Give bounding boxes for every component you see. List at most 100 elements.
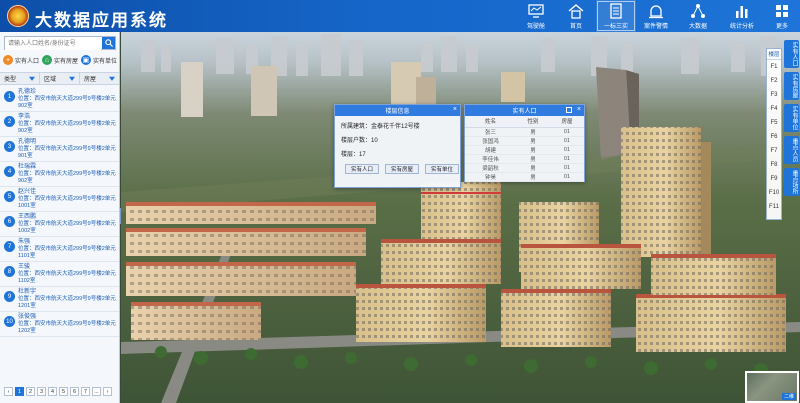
nav-label: 首页	[569, 24, 582, 30]
map-3d-view[interactable]: 楼层信息 × 所属建筑：金泰花千伴12号楼 楼层户数：10 楼层：17 实有人口…	[121, 32, 800, 403]
page-button[interactable]: 7	[81, 387, 90, 396]
page-button[interactable]: 1	[15, 387, 24, 396]
action-unit[interactable]: ▣ 实有单位	[80, 54, 117, 66]
list-item[interactable]: 8 王骏 位置：西安市航天大道299号9号楼2单元1102室	[0, 262, 119, 287]
nav-home[interactable]: 首页	[556, 0, 596, 32]
nav-big-data[interactable]: 大数据	[676, 0, 720, 32]
floor-item[interactable]: F5	[767, 116, 781, 130]
page-prev[interactable]: ‹	[4, 387, 13, 396]
population-button[interactable]: 实有人口	[345, 164, 379, 174]
population-table: 姓名 性别 房屋 张三男 01 张国鸿男 01 胡建男 01 李佳伟男 01 梁韶秋男 0…	[465, 116, 584, 182]
map-pin-icon: 2	[4, 116, 15, 127]
list-item[interactable]: 7 朱强 位置：西安市航天大道299号9号楼2单元1101室	[0, 237, 119, 262]
nav-case-alerts[interactable]: 案件警情	[636, 0, 676, 32]
maximize-icon[interactable]	[566, 107, 572, 113]
page-button[interactable]: 5	[59, 387, 68, 396]
population-popup: 实有人口 × 姓名 性别 房屋 张三男 01 张国鸿男 01 胡建男 01 李佳伟男 0…	[464, 104, 585, 182]
cell-gender: 男	[515, 163, 550, 173]
person-address: 位置：西安市航天大道299号9号楼2单元902室	[18, 96, 116, 109]
cell-house: 01	[549, 163, 584, 173]
floor-item[interactable]: F11	[767, 200, 781, 214]
table-row[interactable]: 张国鸿男 01	[465, 136, 584, 146]
nav-label: 驾驶舱	[526, 24, 545, 30]
floor-item[interactable]: F3	[767, 88, 781, 102]
right-tab[interactable]: 重点场所	[784, 168, 799, 196]
table-row[interactable]: 李佳伟男 01	[465, 154, 584, 164]
action-population[interactable]: + 实有人口	[3, 54, 39, 66]
floor-item[interactable]: F2	[767, 74, 781, 88]
floor-item[interactable]: F4	[767, 102, 781, 116]
cell-gender: 男	[515, 136, 550, 146]
table-row[interactable]: 胡建男 01	[465, 145, 584, 155]
nav-label: 大数据	[688, 24, 707, 30]
floor-households: 楼层户数：10	[341, 138, 378, 144]
floor-item[interactable]: F9	[767, 172, 781, 186]
floor-item[interactable]: F7	[767, 144, 781, 158]
person-address: 位置：西安市航天大道299号9号楼2单元1002室	[18, 221, 116, 234]
chevron-down-icon	[29, 76, 35, 81]
table-row[interactable]: 梁韶秋男 01	[465, 163, 584, 173]
page-button[interactable]: 3	[37, 387, 46, 396]
person-address: 位置：西安市航天大道299号9号楼2单元1201室	[18, 296, 116, 309]
search-button[interactable]	[102, 37, 115, 49]
filter-label: 区域	[44, 77, 57, 83]
list-item[interactable]: 2 李浩 位置：西安市航天大道299号9号楼2单元902室	[0, 112, 119, 137]
map-pin-icon: 1	[4, 91, 15, 102]
cell-name: 钟昊	[465, 172, 516, 182]
list-item[interactable]: 6 王西鹏 位置：西安市航天大道299号9号楼2单元1002室	[0, 212, 119, 237]
list-item[interactable]: 3 孔德明 位置：西安市航天大道299号9号楼2单元901室	[0, 137, 119, 162]
list-item[interactable]: 1 孔德珍 位置：西安市航天大道299号9号楼2单元902室	[0, 87, 119, 112]
bar-chart-icon	[736, 6, 748, 18]
search-input[interactable]	[5, 38, 101, 50]
minimap[interactable]: 二维	[745, 371, 799, 403]
right-tab[interactable]: 实有单位	[784, 104, 799, 132]
list-item[interactable]: 10 张俊强 位置：西安市航天大道299号9号楼2单元1202室	[0, 312, 119, 337]
top-nav: 驾驶舱 首页 一标三实 案件警情 大数据 统计分析 更多	[516, 0, 800, 32]
filter-type[interactable]: 类型	[0, 73, 40, 84]
action-housing[interactable]: ⌂ 实有房屋	[41, 54, 78, 66]
cell-house: 01	[549, 136, 584, 146]
unit-button[interactable]: 实有单位	[425, 164, 459, 174]
list-item[interactable]: 5 赵兴佳 位置：西安市航天大道299号9号楼2单元1001室	[0, 187, 119, 212]
page-next[interactable]: ›	[103, 387, 112, 396]
popup-title: 实有人口	[512, 109, 537, 115]
list-item[interactable]: 4 杜瑞霖 位置：西安市航天大道299号9号楼2单元902室	[0, 162, 119, 187]
right-tab[interactable]: 重点人员	[784, 136, 799, 164]
person-address: 位置：西安市航天大道299号9号楼2单元902室	[18, 171, 116, 184]
page-button[interactable]: 6	[70, 387, 79, 396]
floor-item[interactable]: F8	[767, 158, 781, 172]
filter-house[interactable]: 房屋	[80, 73, 119, 84]
right-tab[interactable]: 实有房屋	[784, 72, 799, 100]
filter-area[interactable]: 区域	[40, 73, 80, 84]
nav-one-standard-three-real[interactable]: 一标三实	[596, 0, 636, 32]
floor-item[interactable]: F6	[767, 130, 781, 144]
table-row[interactable]: 张三男 01	[465, 127, 584, 137]
list-item[interactable]: 9 杜新宇 位置：西安市航天大道299号9号楼2单元1201室	[0, 287, 119, 312]
floor-item[interactable]: F1	[767, 60, 781, 74]
table-row[interactable]: 钟昊男 01	[465, 172, 584, 182]
nav-more[interactable]: 更多	[764, 0, 800, 32]
cell-house: 01	[549, 154, 584, 164]
cell-name: 胡建	[465, 145, 516, 155]
page-button[interactable]: 4	[48, 387, 57, 396]
right-tab[interactable]: 实有人口	[784, 40, 799, 68]
person-name: 赵兴佳	[18, 189, 37, 195]
page-button[interactable]: 2	[26, 387, 35, 396]
pagination: ‹ 1 2 3 4 5 6 7 ... ›	[4, 387, 118, 397]
chevron-down-icon	[69, 76, 75, 81]
nav-statistics[interactable]: 统计分析	[720, 0, 764, 32]
housing-button[interactable]: 实有房屋	[385, 164, 419, 174]
monitor-icon	[528, 4, 544, 18]
close-icon[interactable]: ×	[453, 106, 457, 113]
nav-cockpit[interactable]: 驾驶舱	[516, 0, 556, 32]
right-tab-bar: 实有人口 实有房屋 实有单位 重点人员 重点场所	[784, 40, 800, 288]
person-address: 位置：西安市航天大道299号9号楼2单元1102室	[18, 271, 116, 284]
person-address: 位置：西安市航天大道299号9号楼2单元1101室	[18, 246, 116, 259]
popup-header: 楼层信息 ×	[335, 105, 460, 116]
close-icon[interactable]: ×	[577, 106, 581, 113]
person-name: 孔德珍	[18, 89, 37, 95]
floor-item[interactable]: F10	[767, 186, 781, 200]
grid-icon	[776, 5, 788, 17]
alarm-icon	[649, 5, 663, 19]
cell-gender: 男	[515, 145, 550, 155]
